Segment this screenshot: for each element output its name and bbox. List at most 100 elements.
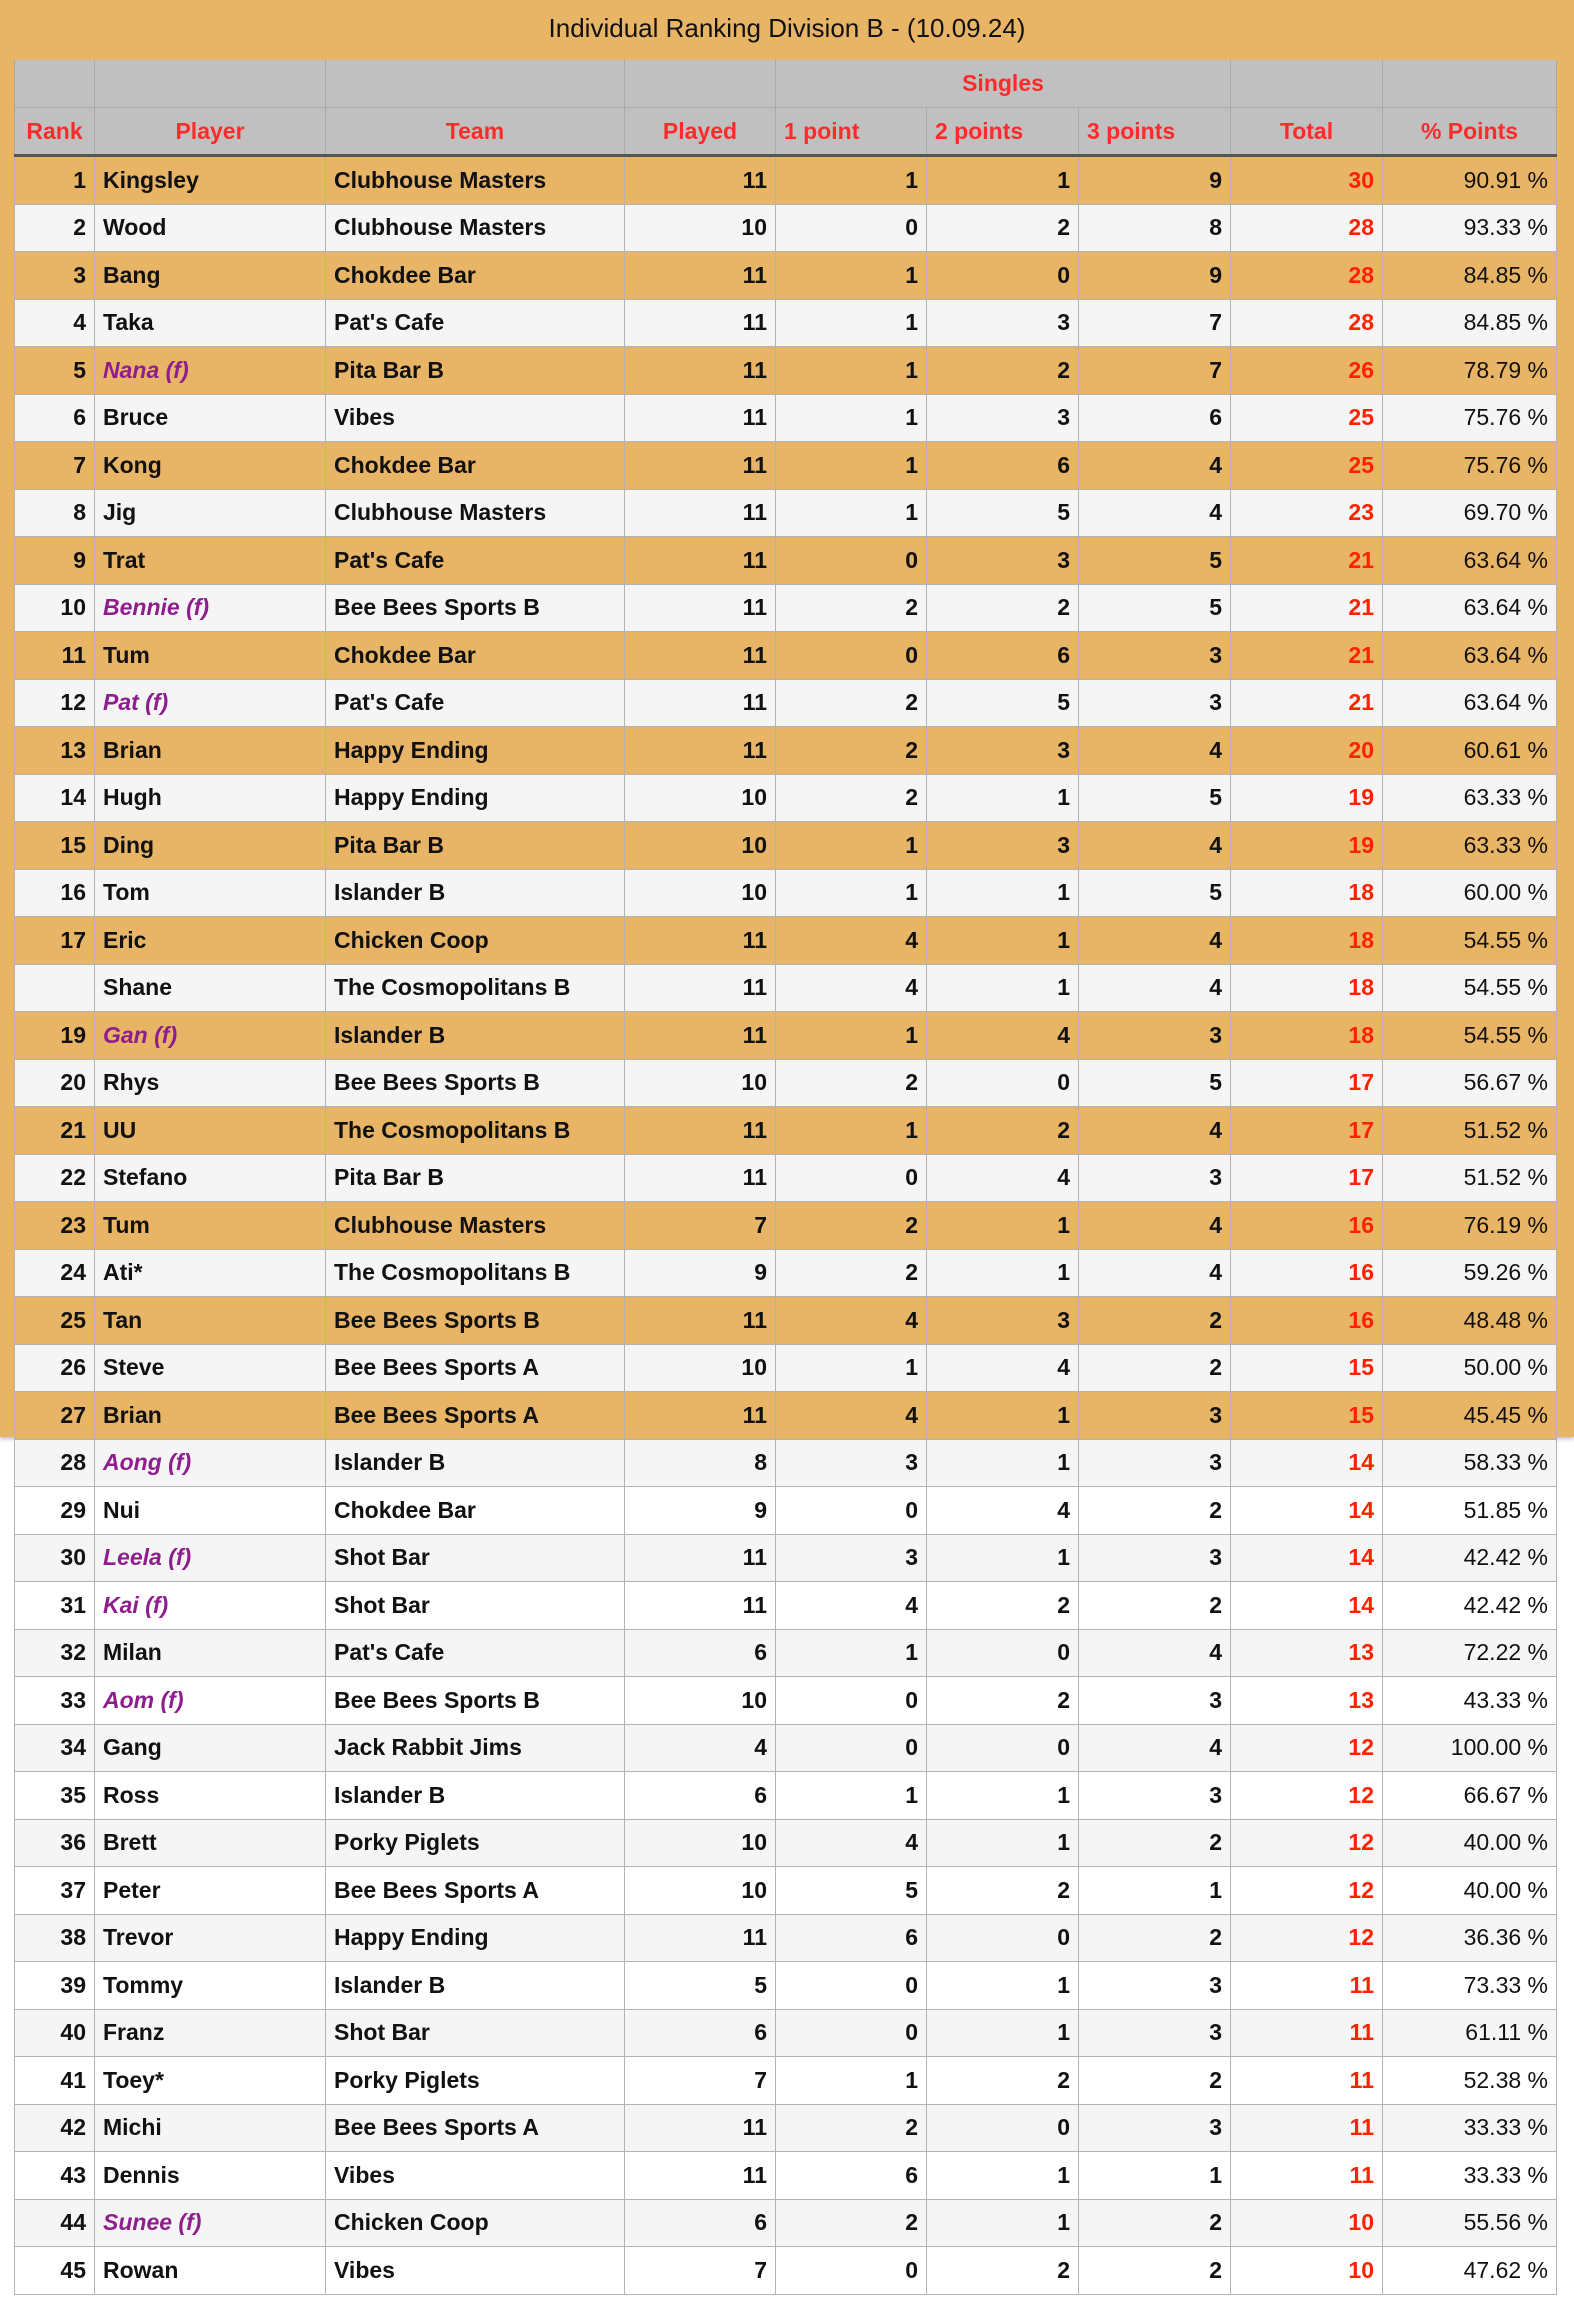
player-cell: Trat xyxy=(94,536,326,585)
header-group-row: Singles xyxy=(14,60,1557,108)
player-cell: Bennie (f) xyxy=(94,583,326,632)
three-points-cell: 5 xyxy=(1078,868,1231,917)
one-point-cell: 0 xyxy=(775,536,927,585)
header-spacer xyxy=(325,60,625,108)
three-points-cell: 5 xyxy=(1078,536,1231,585)
header-total[interactable]: Total xyxy=(1230,107,1383,157)
percent-points-cell: 51.52 % xyxy=(1382,1106,1557,1155)
rank-cell: 24 xyxy=(14,1248,95,1297)
total-cell: 14 xyxy=(1230,1438,1383,1487)
team-cell: Jack Rabbit Jims xyxy=(325,1723,625,1772)
player-cell: Bruce xyxy=(94,393,326,442)
table-row: 17 Eric Chicken Coop 11 4 1 4 18 54.55 % xyxy=(14,916,1557,965)
header-1-point[interactable]: 1 point xyxy=(775,107,927,157)
team-cell: Islander B xyxy=(325,1771,625,1820)
player-cell: Trevor xyxy=(94,1913,326,1962)
percent-points-cell: 63.33 % xyxy=(1382,773,1557,822)
three-points-cell: 4 xyxy=(1078,1723,1231,1772)
two-points-cell: 1 xyxy=(926,2151,1079,2200)
three-points-cell: 8 xyxy=(1078,203,1231,252)
header-percent-points[interactable]: % Points xyxy=(1382,107,1557,157)
total-cell: 21 xyxy=(1230,631,1383,680)
table-row: 39 Tommy Islander B 5 0 1 3 11 73.33 % xyxy=(14,1961,1557,2010)
three-points-cell: 3 xyxy=(1078,1771,1231,1820)
table-row: 9 Trat Pat's Cafe 11 0 3 5 21 63.64 % xyxy=(14,536,1557,585)
team-cell: Chicken Coop xyxy=(325,2198,625,2247)
table-row: 7 Kong Chokdee Bar 11 1 6 4 25 75.76 % xyxy=(14,441,1557,490)
one-point-cell: 1 xyxy=(775,155,927,205)
rank-cell: 2 xyxy=(14,203,95,252)
total-cell: 28 xyxy=(1230,251,1383,300)
table-row: 36 Brett Porky Piglets 10 4 1 2 12 40.00 % xyxy=(14,1818,1557,1867)
header-player[interactable]: Player xyxy=(94,107,326,157)
total-cell: 11 xyxy=(1230,2056,1383,2105)
one-point-cell: 6 xyxy=(775,2151,927,2200)
two-points-cell: 3 xyxy=(926,726,1079,775)
three-points-cell: 4 xyxy=(1078,726,1231,775)
team-cell: Bee Bees Sports A xyxy=(325,1391,625,1440)
three-points-cell: 2 xyxy=(1078,2198,1231,2247)
rank-cell: 28 xyxy=(14,1438,95,1487)
two-points-cell: 1 xyxy=(926,1961,1079,2010)
three-points-cell: 2 xyxy=(1078,2246,1231,2295)
played-cell: 11 xyxy=(624,678,776,727)
one-point-cell: 2 xyxy=(775,583,927,632)
played-cell: 9 xyxy=(624,1486,776,1535)
played-cell: 11 xyxy=(624,251,776,300)
three-points-cell: 2 xyxy=(1078,1913,1231,1962)
header-spacer xyxy=(14,60,95,108)
percent-points-cell: 33.33 % xyxy=(1382,2103,1557,2152)
percent-points-cell: 63.64 % xyxy=(1382,583,1557,632)
percent-points-cell: 84.85 % xyxy=(1382,298,1557,347)
three-points-cell: 3 xyxy=(1078,678,1231,727)
rank-cell: 7 xyxy=(14,441,95,490)
team-cell: Porky Piglets xyxy=(325,1818,625,1867)
three-points-cell: 3 xyxy=(1078,1391,1231,1440)
rank-cell: 21 xyxy=(14,1106,95,1155)
header-3-points[interactable]: 3 points xyxy=(1078,107,1231,157)
total-cell: 18 xyxy=(1230,916,1383,965)
rank-cell: 33 xyxy=(14,1676,95,1725)
table-row: 15 Ding Pita Bar B 10 1 3 4 19 63.33 % xyxy=(14,821,1557,870)
team-cell: Bee Bees Sports B xyxy=(325,1296,625,1345)
table-row: 32 Milan Pat's Cafe 6 1 0 4 13 72.22 % xyxy=(14,1628,1557,1677)
total-cell: 23 xyxy=(1230,488,1383,537)
header-spacer xyxy=(1382,60,1557,108)
two-points-cell: 0 xyxy=(926,2103,1079,2152)
header-team[interactable]: Team xyxy=(325,107,625,157)
one-point-cell: 0 xyxy=(775,631,927,680)
two-points-cell: 0 xyxy=(926,1913,1079,1962)
player-cell: Bang xyxy=(94,251,326,300)
ranking-table: Singles Rank Player Team Played 1 point … xyxy=(14,60,1557,2295)
one-point-cell: 1 xyxy=(775,1628,927,1677)
three-points-cell: 2 xyxy=(1078,1581,1231,1630)
header-played[interactable]: Played xyxy=(624,107,776,157)
total-cell: 11 xyxy=(1230,2151,1383,2200)
percent-points-cell: 50.00 % xyxy=(1382,1343,1557,1392)
total-cell: 17 xyxy=(1230,1058,1383,1107)
header-rank[interactable]: Rank xyxy=(14,107,95,157)
two-points-cell: 2 xyxy=(926,1581,1079,1630)
percent-points-cell: 63.33 % xyxy=(1382,821,1557,870)
header-spacer xyxy=(624,60,776,108)
header-2-points[interactable]: 2 points xyxy=(926,107,1079,157)
total-cell: 30 xyxy=(1230,155,1383,205)
header-spacer xyxy=(94,60,326,108)
one-point-cell: 1 xyxy=(775,868,927,917)
player-cell: Gang xyxy=(94,1723,326,1772)
team-cell: Vibes xyxy=(325,393,625,442)
three-points-cell: 3 xyxy=(1078,1533,1231,1582)
three-points-cell: 1 xyxy=(1078,2151,1231,2200)
player-cell: Brian xyxy=(94,726,326,775)
two-points-cell: 2 xyxy=(926,583,1079,632)
total-cell: 20 xyxy=(1230,726,1383,775)
three-points-cell: 3 xyxy=(1078,1153,1231,1202)
rank-cell: 1 xyxy=(14,155,95,205)
team-cell: Pat's Cafe xyxy=(325,298,625,347)
player-cell: Tom xyxy=(94,868,326,917)
total-cell: 12 xyxy=(1230,1818,1383,1867)
team-cell: Bee Bees Sports B xyxy=(325,1058,625,1107)
three-points-cell: 4 xyxy=(1078,1201,1231,1250)
table-row: 37 Peter Bee Bees Sports A 10 5 2 1 12 40.00 % xyxy=(14,1866,1557,1915)
total-cell: 25 xyxy=(1230,393,1383,442)
